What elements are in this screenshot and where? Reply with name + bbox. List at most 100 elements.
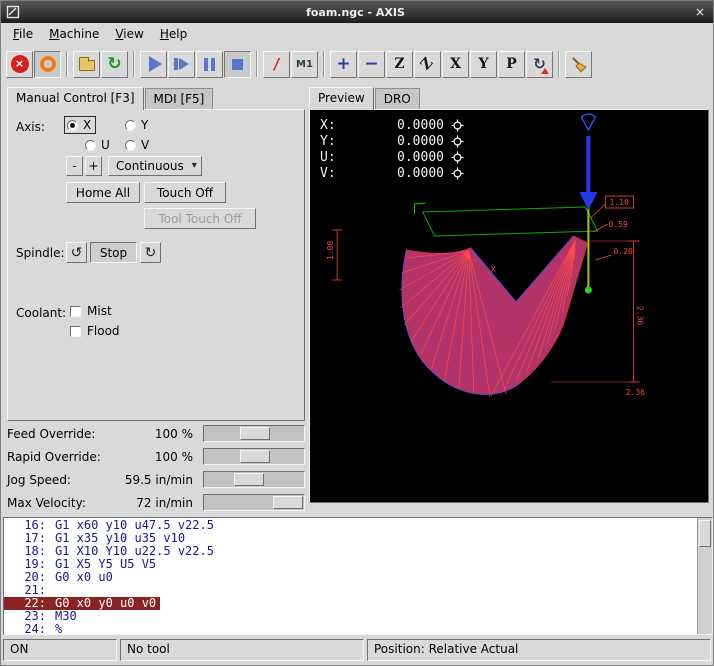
jog-speed-value: 59.5 in/min [125,473,193,487]
step-line-button[interactable] [168,51,195,78]
zoom-in-button[interactable]: + [330,51,357,78]
axis-radio-u[interactable]: U [82,136,115,154]
view-y-button[interactable]: Y [470,51,497,78]
touch-off-button[interactable]: Touch Off [144,182,226,203]
slider-handle[interactable] [273,496,303,509]
view-z-button[interactable]: Z [386,51,413,78]
dim-label: 1.10 [610,198,630,207]
flood-checkbox[interactable]: Flood [70,324,120,338]
pause-icon [204,58,215,71]
view-z-rotated-icon: Z [419,56,436,73]
optional-pause-icon: M1 [296,59,313,70]
feed-override-row: Feed Override: 100 % [5,423,305,446]
view-x-icon: X [450,57,461,71]
right-tab-bar: Preview DRO [309,87,709,109]
view-perspective-icon: P [506,57,517,71]
radio-dot [125,120,136,131]
axis-radio-y[interactable]: Y [122,116,153,134]
optional-pause-button[interactable]: M1 [291,51,318,78]
slider-handle[interactable] [240,450,270,463]
jog-mode-select[interactable]: Continuous ▾ [108,156,202,176]
spindle-ccw-button[interactable]: ↺ [66,242,87,263]
status-tool: No tool [120,639,364,661]
tab-manual-control[interactable]: Manual Control [F3] [7,87,144,110]
gcode-listing[interactable]: 16:G1 x60 y10 u47.5 v22.5 17:G1 x35 y10 … [3,517,713,635]
gcode-line[interactable]: 20:G0 x0 u0 [4,571,712,584]
home-all-button[interactable]: Home All [66,182,140,203]
view-z-rotated-button[interactable]: Z [414,51,441,78]
titlebar[interactable]: foam.ngc - AXIS × [1,1,713,23]
stop-icon [232,59,243,70]
run-program-button[interactable] [140,51,167,78]
view-x-button[interactable]: X [442,51,469,78]
slider-handle[interactable] [240,427,270,440]
machine-power-button[interactable] [34,51,61,78]
dro-axis-value: 0.0000 [342,150,444,165]
dro-axis-label: X: [320,118,342,133]
spindle-cw-button[interactable]: ↻ [140,242,161,263]
power-icon [40,56,56,72]
homed-icon [451,119,464,132]
gcode-scrollbar[interactable] [697,518,712,634]
rotate-view-button[interactable]: ↻ [526,51,553,78]
tab-dro[interactable]: DRO [375,88,420,109]
line-text: G1 X10 Y10 u22.5 v22.5 [46,544,214,558]
jog-speed-slider[interactable] [203,471,305,488]
max-velocity-slider[interactable] [203,494,305,511]
tool-touch-off-button[interactable]: Tool Touch Off [144,208,256,229]
mist-label: Mist [87,304,112,318]
radio-dot [125,140,136,151]
rapid-override-value: 100 % [155,450,193,464]
line-text: G1 x35 y10 u35 v10 [46,531,185,545]
preview-canvas[interactable]: X: 0.0000 Y: 0.0000 U: 0.0000 V: 0.0000 [309,109,709,503]
gcode-lines: 16:G1 x60 y10 u47.5 v22.5 17:G1 x35 y10 … [4,518,712,635]
jog-minus-button[interactable]: - [66,156,83,176]
pause-button[interactable] [196,51,223,78]
axis-radio-u-label: U [101,138,110,152]
feed-override-label: Feed Override: [7,427,95,441]
stop-button[interactable] [224,51,251,78]
axis-radio-x[interactable]: X [64,116,96,134]
homed-icon [451,167,464,180]
mist-checkbox[interactable]: Mist [70,304,112,318]
dro-row-x: X: 0.0000 [320,117,464,133]
clear-plot-button[interactable] [565,51,592,78]
scrollbar-thumb[interactable] [699,520,711,547]
window-title: foam.ngc - AXIS [20,6,691,19]
open-file-button[interactable] [73,51,100,78]
toolbar-separator [558,51,560,77]
view-y-icon: Y [479,57,489,71]
menu-help[interactable]: Help [152,25,195,43]
dro-row-v: V: 0.0000 [320,165,464,181]
estop-button[interactable]: × [6,51,33,78]
view-perspective-button[interactable]: P [498,51,525,78]
gcode-line-active[interactable]: 22:G0 x0 y0 u0 v0 [4,597,712,610]
skip-lines-button[interactable]: / [263,51,290,78]
skip-lines-icon: / [272,55,281,73]
feed-override-slider[interactable] [203,425,305,442]
dro-readout: X: 0.0000 Y: 0.0000 U: 0.0000 V: 0.0000 [320,117,464,181]
axis-radio-y-label: Y [141,118,148,132]
close-button[interactable]: × [691,5,709,19]
gcode-line[interactable]: 24:% [4,623,712,635]
menu-machine[interactable]: Machine [41,25,107,43]
line-text: M30 [46,609,77,623]
jog-plus-button[interactable]: + [85,156,102,176]
rapid-override-row: Rapid Override: 100 % [5,446,305,469]
rapid-override-slider[interactable] [203,448,305,465]
tab-mdi[interactable]: MDI [F5] [145,88,214,109]
reload-file-button[interactable]: ↻ [101,51,128,78]
slider-handle[interactable] [234,473,264,486]
radio-dot [67,120,78,131]
manual-notebook: Manual Control [F3] MDI [F5] Axis: X Y U… [7,87,305,421]
menu-file[interactable]: File [5,25,41,43]
axis-radio-v[interactable]: V [122,136,154,154]
overrides-block: Feed Override: 100 % Rapid Override: 100… [5,423,305,515]
tab-preview[interactable]: Preview [309,87,374,110]
coolant-label: Coolant: [16,306,66,320]
gcode-line[interactable]: 23:M30 [4,610,712,623]
zoom-out-button[interactable]: − [358,51,385,78]
menu-view[interactable]: View [107,25,151,43]
spindle-stop-button[interactable]: Stop [90,242,137,263]
dim-label: 0.20 [614,247,634,256]
